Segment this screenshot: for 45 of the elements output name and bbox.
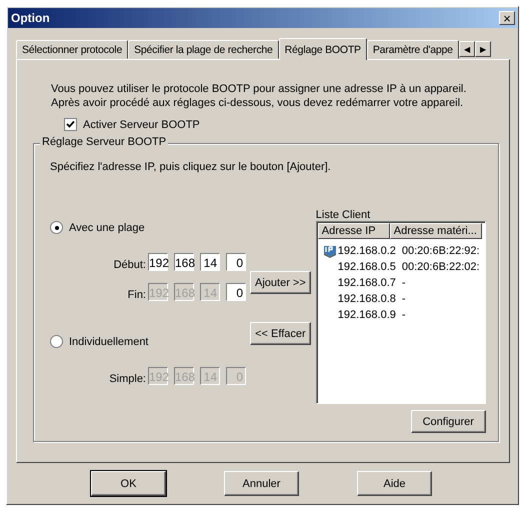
dialog-button[interactable]: Aide (357, 471, 432, 496)
hardware-address-cell: 00:20:6B:22:92: (402, 245, 480, 257)
close-button[interactable]: × (499, 11, 515, 25)
radio-button[interactable] (50, 335, 63, 348)
ip-address-cell: 192.168.0.9 (338, 309, 396, 321)
ip-address-cell: 192.168.0.7 (338, 277, 396, 289)
checkbox-label: Activer Serveur BOOTP (83, 118, 200, 130)
tab[interactable]: Sélectionner protocole (16, 40, 128, 59)
dialog-button[interactable]: OK (91, 471, 166, 496)
checkbox[interactable] (64, 118, 77, 131)
column-header[interactable]: Adresse matéri... (390, 223, 482, 239)
field-label: Fin: (128, 289, 146, 301)
ip-octet-field[interactable]: 168 (174, 253, 194, 271)
client-list[interactable]: Adresse IP Adresse matéri... 192.168.0.2 00:20:6B:22:92: 192.168.0.5 00:20:6B:22:02: 192.168.0.7 - 192.168.0.8 - 192.168.0.9 - (316, 221, 486, 404)
radio-button[interactable] (50, 221, 63, 234)
window-title: Option (11, 11, 50, 25)
tab-scroll-button[interactable]: ▶ (474, 41, 491, 57)
tab[interactable]: Paramètre d'appe (366, 40, 459, 59)
remove-button[interactable]: << Effacer (250, 322, 311, 345)
tab[interactable]: Réglage BOOTP (278, 38, 367, 60)
column-header[interactable]: Adresse IP (318, 223, 390, 239)
hardware-address-cell: 00:20:6B:22:02: (402, 261, 480, 273)
group-title: Réglage Serveur BOOTP (40, 136, 168, 148)
ip-address-cell: 192.168.0.5 (338, 261, 396, 273)
instruction-text: Spécifiez l'adresse IP, puis cliquez sur le bouton [Ajouter]. (50, 161, 332, 173)
intro-text: Vous pouvez utiliser le protocole BOOTP pour assigner une adresse IP à un appareil. Après avoir procédé aux réglages ci-dessous, vous devez redémarrer votre appareil. (51, 82, 468, 110)
ip-octet-field[interactable]: 192 (148, 253, 168, 271)
field-label: Simple: (109, 373, 146, 385)
ip-octet-field[interactable]: 0 (226, 253, 246, 271)
ip-octet-field[interactable]: 14 (200, 253, 220, 271)
list-label: Liste Client (316, 209, 372, 221)
tab-scroll-button[interactable]: ◀ (458, 41, 475, 57)
radio-label: Avec une plage (69, 222, 145, 234)
configure-button[interactable]: Configurer (410, 410, 486, 433)
hardware-address-cell: - (402, 293, 406, 305)
dialog-button[interactable]: Annuler (224, 471, 299, 496)
hardware-address-cell: - (402, 309, 406, 321)
add-button[interactable]: Ajouter >> (250, 271, 311, 294)
ip-address-cell: 192.168.0.8 (338, 293, 396, 305)
hardware-address-cell: - (402, 277, 406, 289)
ip-address-cell: 192.168.0.2 (338, 245, 396, 257)
field-label: Début: (114, 259, 146, 271)
radio-label: Individuellement (69, 336, 148, 348)
ip-octet-field[interactable]: 0 (226, 283, 246, 301)
tab[interactable]: Spécifier la plage de recherche (128, 40, 279, 59)
